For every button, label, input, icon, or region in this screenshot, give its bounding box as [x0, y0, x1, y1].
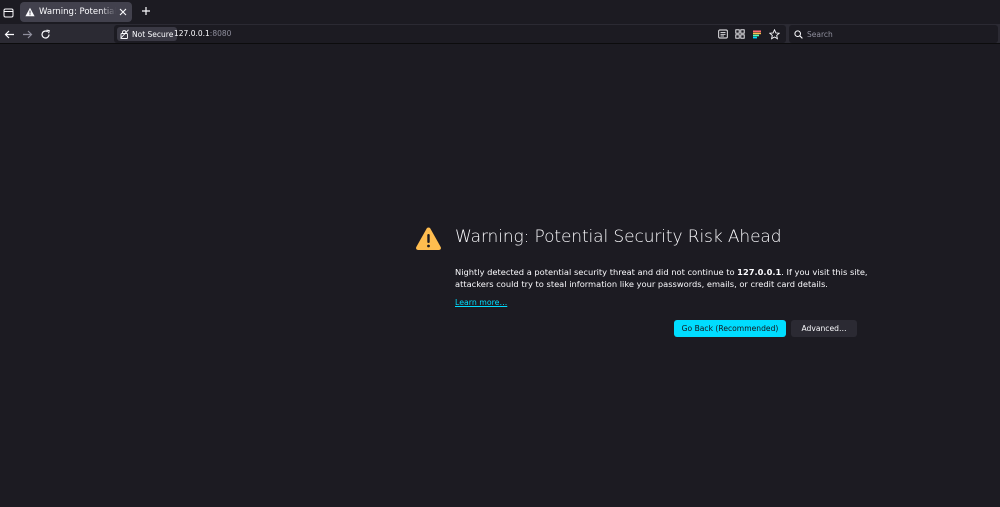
- go-back-button[interactable]: Go Back (Recommended): [674, 320, 786, 337]
- learn-more-link[interactable]: Learn more…: [455, 298, 507, 307]
- tab-title: Warning: Potential Security Risk Ahead: [39, 7, 116, 17]
- tab-security-warning[interactable]: Warning: Potential Security Risk Ahead: [20, 2, 132, 22]
- advanced-button[interactable]: Advanced…: [791, 320, 857, 337]
- extensions-grid-icon[interactable]: [734, 28, 746, 40]
- firefox-view-icon[interactable]: [1, 5, 15, 19]
- tab-strip: Warning: Potential Security Risk Ahead: [0, 0, 1000, 24]
- description-text-start: Nightly detected a potential security th…: [455, 267, 738, 277]
- reader-view-icon[interactable]: [717, 28, 729, 40]
- not-secure-label: Not Secure: [132, 29, 174, 39]
- navigation-toolbar: Not Secure 127.0.0.1:8080 Search: [0, 24, 1000, 44]
- search-bar[interactable]: Search: [789, 25, 998, 43]
- error-page: Warning: Potential Security Risk Ahead N…: [0, 45, 1000, 507]
- not-secure-indicator[interactable]: Not Secure: [117, 27, 178, 41]
- color-palette-icon[interactable]: [751, 28, 763, 40]
- bookmark-star-icon[interactable]: [768, 28, 780, 40]
- url-port: :8080: [209, 29, 232, 38]
- new-tab-button[interactable]: [140, 5, 152, 17]
- plus-icon: [142, 7, 150, 15]
- back-button[interactable]: [2, 27, 16, 41]
- url-bar[interactable]: Not Secure 127.0.0.1:8080: [114, 25, 786, 43]
- url-host: 127.0.0.1: [174, 29, 210, 38]
- reload-button[interactable]: [38, 27, 52, 41]
- close-tab-icon[interactable]: [118, 7, 128, 17]
- error-description: Nightly detected a potential security th…: [455, 266, 875, 290]
- forward-button[interactable]: [20, 27, 34, 41]
- warning-icon: [415, 226, 442, 251]
- url-bar-actions: [717, 28, 780, 40]
- arrow-right-icon: [22, 30, 32, 38]
- search-icon: [794, 29, 803, 39]
- description-host: 127.0.0.1: [737, 267, 782, 277]
- reload-icon: [40, 29, 50, 39]
- search-placeholder: Search: [807, 29, 833, 39]
- warning-icon: [24, 7, 35, 18]
- arrow-left-icon: [4, 30, 14, 38]
- url-text[interactable]: 127.0.0.1:8080: [174, 29, 231, 38]
- insecure-lock-icon: [120, 29, 129, 39]
- page-title: Warning: Potential Security Risk Ahead: [455, 227, 782, 247]
